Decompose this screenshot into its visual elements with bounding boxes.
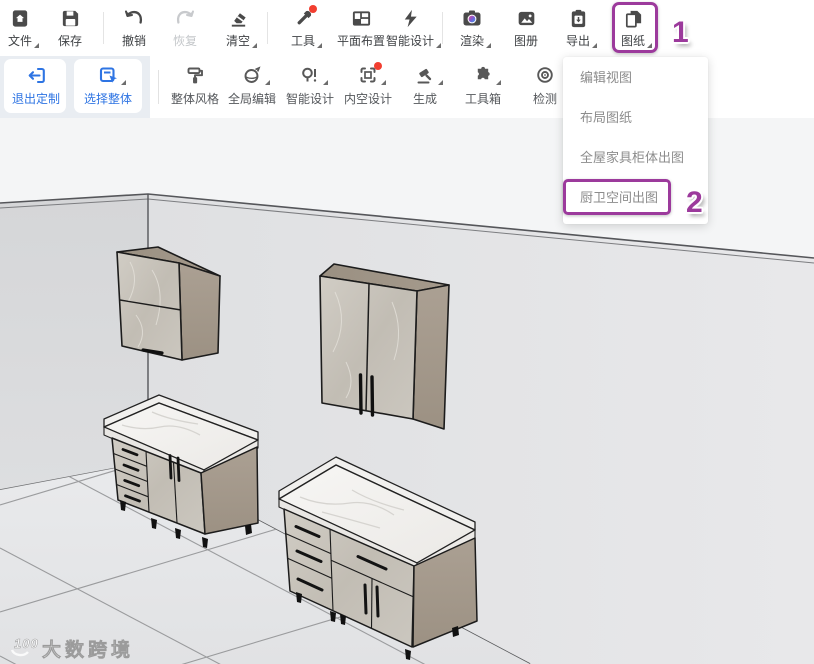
- button-interior-space-design[interactable]: 内空设计: [344, 62, 392, 107]
- redo-icon: [174, 7, 196, 29]
- dropdown-caret: [120, 80, 126, 85]
- eraser-icon: [227, 7, 249, 29]
- exit-icon: [25, 64, 47, 86]
- button-generate[interactable]: 生成: [413, 64, 443, 107]
- toolbar-divider: [442, 12, 443, 44]
- toolbar-button-save[interactable]: 保存: [58, 7, 82, 49]
- toolbar-button-export[interactable]: 导出: [566, 7, 598, 49]
- button-global-edit[interactable]: 全局编辑: [228, 64, 276, 107]
- menu-item-kitchen-bath-drawing[interactable]: 厨卫空间出图: [563, 178, 708, 218]
- dropdown-caret: [264, 80, 270, 85]
- watermark-text: 大数跨境: [42, 638, 134, 661]
- album-icon: [515, 7, 537, 29]
- select-whole-icon: [97, 64, 126, 86]
- svg-text:100: 100: [14, 636, 39, 651]
- detect-icon: [534, 64, 556, 86]
- dropdown-caret: [252, 43, 258, 48]
- wall-cabinet-right[interactable]: [319, 263, 450, 430]
- notification-dot: [308, 5, 317, 13]
- toolbar-button-tools[interactable]: 工具: [291, 5, 323, 49]
- dropdown-caret: [322, 80, 328, 85]
- globe-edit-icon: [241, 64, 270, 86]
- wrench-icon: [292, 5, 317, 29]
- button-toolbox[interactable]: 工具箱: [465, 64, 501, 107]
- lightning-icon: [399, 7, 421, 29]
- toolbar-button-undo[interactable]: 撤销: [122, 7, 146, 49]
- camera-icon: [461, 7, 483, 29]
- toolbar-divider: [267, 12, 268, 44]
- save-icon: [59, 7, 81, 29]
- button-detect[interactable]: 检测: [533, 64, 557, 107]
- menu-item-whole-house-cabinet-drawing[interactable]: 全屋家具柜体出图: [563, 138, 708, 178]
- menu-item-edit-view[interactable]: 编辑视图: [563, 58, 708, 98]
- toolbar-button-album[interactable]: 图册: [514, 7, 538, 49]
- toolbar-button-smart-design[interactable]: 智能设计: [386, 7, 442, 49]
- button-exit-customization[interactable]: 退出定制: [12, 64, 60, 107]
- drawings-icon: [622, 7, 644, 29]
- floorplan-icon: [350, 7, 372, 29]
- interior-space-icon: [357, 62, 386, 86]
- dropdown-caret: [437, 80, 443, 85]
- dropdown-caret: [647, 43, 653, 48]
- menu-item-layout-drawings[interactable]: 布局图纸: [563, 98, 708, 138]
- paint-roller-icon: [184, 64, 206, 86]
- button-overall-style[interactable]: 整体风格: [171, 64, 219, 107]
- toolbar-button-clear[interactable]: 清空: [226, 7, 258, 49]
- toolbar-divider: [158, 70, 159, 104]
- toolbar-button-file[interactable]: 文件: [8, 7, 40, 49]
- drawings-dropdown-menu: 编辑视图 布局图纸 全屋家具柜体出图 厨卫空间出图: [563, 57, 708, 224]
- design-app-window: 100 大数跨境 文件 保存 撤销 恢复 清空 工具 平面布置 智能设计 渲染 …: [0, 0, 814, 664]
- toolbar-primary: 文件 保存 撤销 恢复 清空 工具 平面布置 智能设计 渲染 图册 导出 图纸: [0, 0, 814, 57]
- toolbar-button-drawings[interactable]: 图纸: [621, 7, 653, 49]
- ai-design-icon: [299, 64, 328, 86]
- notification-dot: [373, 62, 382, 70]
- dropdown-caret: [317, 43, 323, 48]
- toolbar-button-redo[interactable]: 恢复: [173, 7, 197, 49]
- toolbar-button-floor-plan[interactable]: 平面布置: [337, 7, 385, 49]
- dropdown-caret: [380, 80, 386, 85]
- toolbar-divider: [103, 12, 104, 44]
- file-icon: [9, 7, 31, 29]
- export-icon: [567, 7, 589, 29]
- generate-icon: [414, 64, 443, 86]
- puzzle-icon: [472, 64, 501, 86]
- toolbar-button-render[interactable]: 渲染: [460, 7, 492, 49]
- button-ai-design[interactable]: 智能设计: [286, 64, 334, 107]
- dropdown-caret: [34, 43, 40, 48]
- button-select-whole[interactable]: 选择整体: [84, 64, 132, 107]
- dropdown-caret: [436, 43, 442, 48]
- undo-icon: [123, 7, 145, 29]
- dropdown-caret: [495, 80, 501, 85]
- dropdown-caret: [486, 43, 492, 48]
- dropdown-caret: [592, 43, 598, 48]
